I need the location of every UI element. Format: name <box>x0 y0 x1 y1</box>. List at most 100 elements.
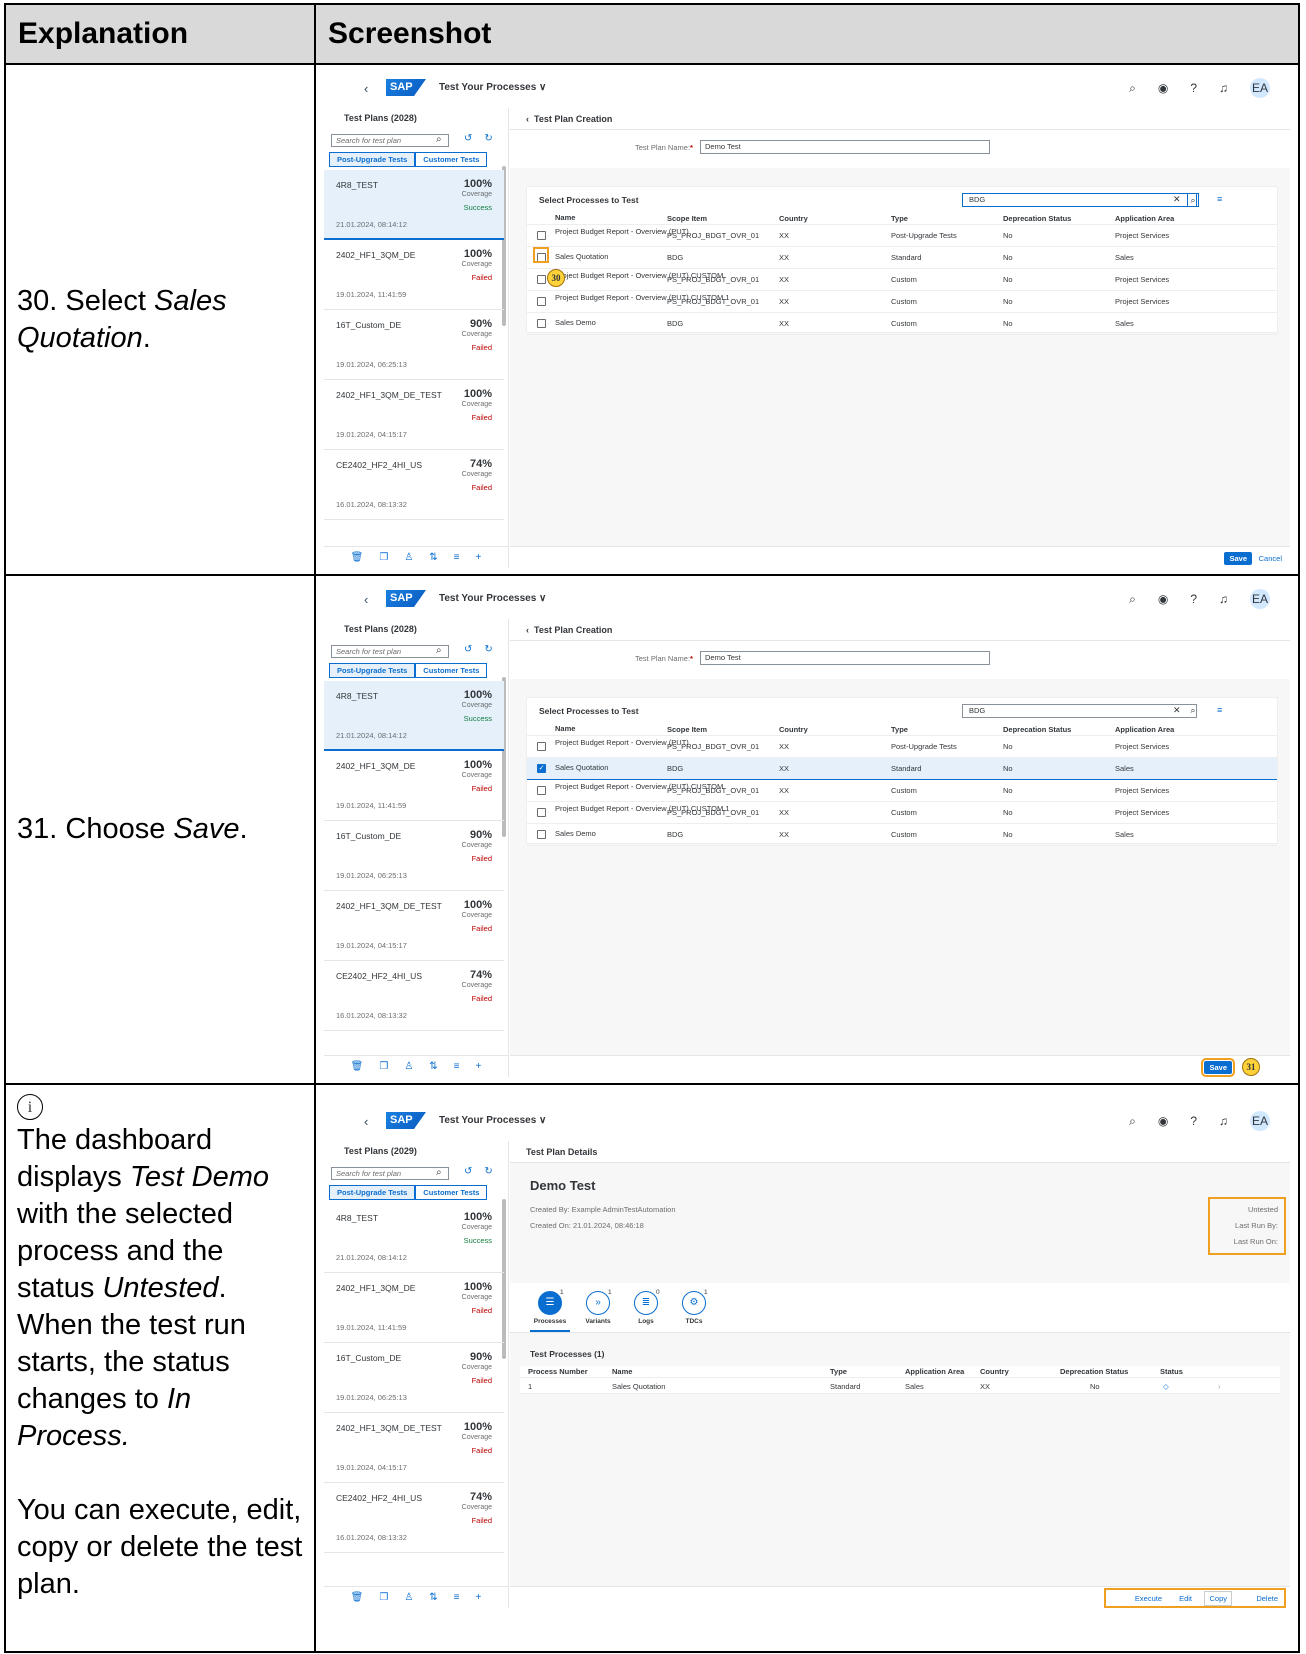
tab-tdcs[interactable]: ⚙ TDCs 1 <box>674 1289 714 1325</box>
filter-icon[interactable]: ≡ <box>1217 194 1222 204</box>
joule-icon[interactable]: ◉ <box>1158 592 1168 606</box>
sort-icon[interactable]: ⇅ <box>429 1061 437 1072</box>
tab-post-upgrade-tests[interactable]: Post-Upgrade Tests <box>329 1185 416 1200</box>
plan-item[interactable]: 4R8_TEST 100% Coverage Success 21.01.2024, 0… <box>324 681 504 751</box>
row-checkbox[interactable] <box>537 786 546 795</box>
filter-icon[interactable]: ≡ <box>454 1592 460 1603</box>
process-search-input[interactable]: BDG <box>962 193 1197 207</box>
tab-customer-tests[interactable]: Customer Tests <box>415 663 488 678</box>
add-icon[interactable]: + <box>476 1061 482 1072</box>
row-checkbox[interactable] <box>537 319 546 328</box>
back-icon[interactable]: ‹ <box>364 81 368 96</box>
refresh-icon[interactable]: ↻ <box>484 644 492 655</box>
row-checkbox[interactable] <box>537 231 546 240</box>
table-row[interactable]: Sales Demo BDG XX Custom No Sales <box>527 824 1277 846</box>
sort-icon[interactable]: ⇅ <box>429 1592 437 1603</box>
tab-customer-tests[interactable]: Customer Tests <box>415 1185 488 1200</box>
plan-item[interactable]: 2402_HF1_3QM_DE 100% Coverage Failed 19.01.2… <box>324 751 504 821</box>
bell-icon[interactable]: ♫ <box>1219 1114 1228 1128</box>
table-row[interactable]: Project Budget Report - Overview (PUT) PS… <box>527 225 1277 247</box>
app-title[interactable]: Test Your Processes ∨ <box>439 593 546 604</box>
bell-icon[interactable]: ♫ <box>1219 592 1228 606</box>
reset-icon[interactable]: ↺ <box>464 1166 472 1177</box>
filter-icon[interactable]: ≡ <box>1217 705 1222 715</box>
plan-item[interactable]: 4R8_TEST 100% Coverage Success 21.01.2024, 0… <box>324 1203 504 1273</box>
table-row[interactable]: Project Budget Report - Overview (PUT) PS… <box>527 736 1277 758</box>
add-icon[interactable]: + <box>476 552 482 563</box>
plan-item[interactable]: 2402_HF1_3QM_DE_TEST 100% Coverage Failed 19… <box>324 1413 504 1483</box>
plan-item[interactable]: CE2402_HF2_4HI_US 74% Coverage Failed 16.01.… <box>324 450 504 520</box>
row-checkbox[interactable] <box>537 830 546 839</box>
avatar[interactable]: EA <box>1250 589 1270 609</box>
table-row-selected[interactable]: ✓ Sales Quotation BDG XX Standard No Sales <box>527 758 1277 780</box>
users-icon[interactable]: ♙ <box>404 1592 413 1603</box>
tab-logs[interactable]: ≣ Logs 0 <box>626 1289 666 1325</box>
test-plans-title[interactable]: Test Plans (2029) <box>344 1146 417 1156</box>
search-icon[interactable]: ⌕ <box>1129 81 1136 96</box>
users-icon[interactable]: ♙ <box>404 1061 413 1072</box>
refresh-icon[interactable]: ↻ <box>484 133 492 144</box>
app-title[interactable]: Test Your Processes ∨ <box>439 82 546 93</box>
tab-post-upgrade-tests[interactable]: Post-Upgrade Tests <box>329 663 416 678</box>
tab-processes[interactable]: ☰ Processes 1 <box>530 1289 570 1325</box>
back-icon[interactable]: ‹ <box>364 1114 368 1129</box>
tab-post-upgrade-tests[interactable]: Post-Upgrade Tests <box>329 152 416 167</box>
filter-icon[interactable]: ≡ <box>454 1061 460 1072</box>
table-row[interactable]: Project Budget Report - Overview (PUT) C… <box>527 291 1277 313</box>
table-row[interactable]: Project Budget Report - Overview (PUT) C… <box>527 269 1277 291</box>
copy-icon[interactable]: ❐ <box>379 1061 388 1072</box>
add-icon[interactable]: + <box>476 1592 482 1603</box>
row-checkbox[interactable] <box>537 297 546 306</box>
joule-icon[interactable]: ◉ <box>1158 81 1168 95</box>
delete-icon[interactable]: 🗑 <box>351 1592 364 1603</box>
search-icon[interactable]: ⌕ <box>1129 1114 1136 1129</box>
search-icon[interactable]: ⌕ <box>436 1167 442 1178</box>
joule-icon[interactable]: ◉ <box>1158 1114 1168 1128</box>
tab-variants[interactable]: » Variants 1 <box>578 1289 618 1325</box>
process-search-input[interactable]: BDG <box>962 704 1197 718</box>
table-row[interactable]: Project Budget Report - Overview (PUT) C… <box>527 780 1277 802</box>
users-icon[interactable]: ♙ <box>404 552 413 563</box>
table-row[interactable]: Sales Quotation BDG XX Standard No Sales <box>527 247 1277 269</box>
copy-icon[interactable]: ❐ <box>379 1592 388 1603</box>
plan-item[interactable]: 2402_HF1_3QM_DE 100% Coverage Failed 19.01.2… <box>324 240 504 310</box>
avatar[interactable]: EA <box>1250 78 1270 98</box>
test-plans-title[interactable]: Test Plans (2028) <box>344 624 417 634</box>
search-icon[interactable]: ⌕ <box>436 134 442 145</box>
clear-icon[interactable]: ✕ <box>1173 194 1181 205</box>
back-icon[interactable]: ‹ <box>364 592 368 607</box>
save-button[interactable]: Save <box>1201 1058 1235 1077</box>
row-checkbox[interactable] <box>537 808 546 817</box>
help-icon[interactable]: ? <box>1190 81 1197 95</box>
plan-item[interactable]: 16T_Custom_DE 90% Coverage Failed 19.01.2024… <box>324 821 504 891</box>
plan-item[interactable]: 2402_HF1_3QM_DE 100% Coverage Failed 19.01.2… <box>324 1273 504 1343</box>
table-row[interactable]: 1 Sales Quotation Standard Sales XX No ◇ › <box>520 1378 1280 1394</box>
cancel-button[interactable]: Cancel <box>1259 554 1282 563</box>
row-checkbox[interactable] <box>537 275 546 284</box>
sort-icon[interactable]: ⇅ <box>429 552 437 563</box>
copy-icon[interactable]: ❐ <box>379 552 388 563</box>
search-icon[interactable]: ⌕ <box>436 645 442 656</box>
plan-item[interactable]: 16T_Custom_DE 90% Coverage Failed 19.01.2024… <box>324 1343 504 1413</box>
delete-icon[interactable]: 🗑 <box>351 552 364 563</box>
search-input[interactable]: Search for test plan <box>331 134 449 147</box>
table-row[interactable]: Project Budget Report - Overview (PUT) C… <box>527 802 1277 824</box>
plan-item[interactable]: 2402_HF1_3QM_DE_TEST 100% Coverage Failed 19… <box>324 891 504 961</box>
clear-icon[interactable]: ✕ <box>1173 705 1181 716</box>
refresh-icon[interactable]: ↻ <box>484 1166 492 1177</box>
search-input[interactable]: Search for test plan <box>331 645 449 658</box>
plan-name-input[interactable]: Demo Test <box>700 140 990 154</box>
plan-item[interactable]: 2402_HF1_3QM_DE_TEST 100% Coverage Failed 19… <box>324 380 504 450</box>
row-checkbox[interactable] <box>537 742 546 751</box>
table-row[interactable]: Sales Demo BDG XX Custom No Sales <box>527 313 1277 335</box>
plan-item[interactable]: CE2402_HF2_4HI_US 74% Coverage Failed 16.01.… <box>324 1483 504 1553</box>
search-icon[interactable]: ⌕ <box>1129 592 1136 607</box>
bell-icon[interactable]: ♫ <box>1219 81 1228 95</box>
test-plans-title[interactable]: Test Plans (2028) <box>344 113 417 123</box>
help-icon[interactable]: ? <box>1190 592 1197 606</box>
avatar[interactable]: EA <box>1250 1111 1270 1131</box>
plan-item[interactable]: 16T_Custom_DE 90% Coverage Failed 19.01.2024… <box>324 310 504 380</box>
search-input[interactable]: Search for test plan <box>331 1167 449 1180</box>
help-icon[interactable]: ? <box>1190 1114 1197 1128</box>
chevron-right-icon[interactable]: › <box>1218 1382 1221 1391</box>
